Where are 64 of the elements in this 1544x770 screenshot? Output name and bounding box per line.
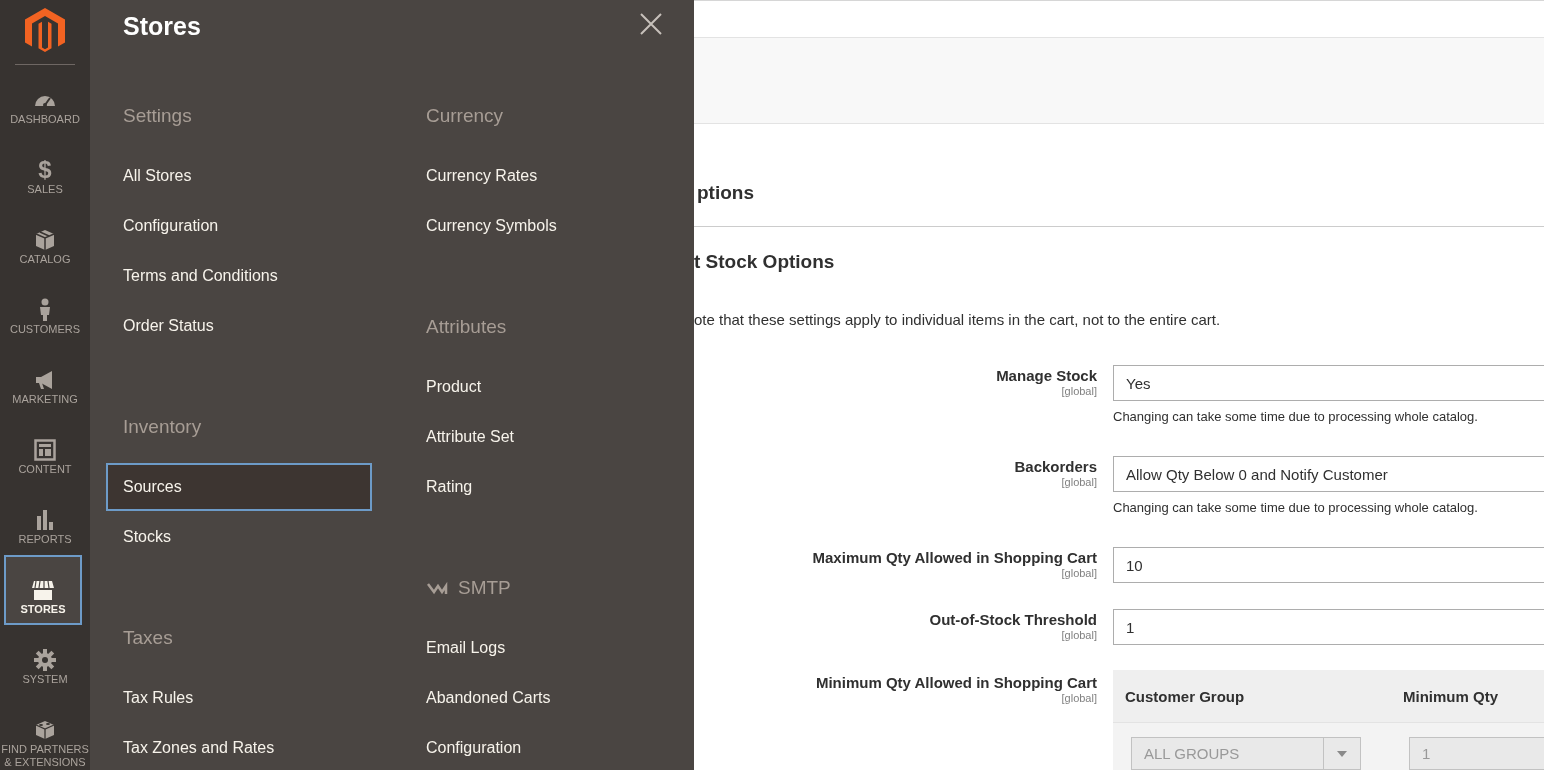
- menu-link[interactable]: Email Logs: [409, 624, 675, 672]
- scope-label: [global]: [1061, 385, 1097, 398]
- menu-link[interactable]: Tax Zones and Rates: [106, 724, 372, 770]
- close-icon: [640, 13, 662, 35]
- scope-label: [global]: [1061, 476, 1097, 489]
- menu-link[interactable]: Currency Rates: [409, 152, 675, 200]
- nav-item[interactable]: MARKETING: [0, 345, 90, 415]
- menu-group-heading: Attributes: [426, 315, 507, 339]
- field-hint: Changing can take some time due to processing whole catalog.: [1113, 500, 1479, 516]
- dollar-icon: $: [38, 158, 52, 182]
- field-label: Manage Stock: [996, 367, 1097, 385]
- nav-item[interactable]: DASHBOARD: [0, 65, 90, 135]
- nav-item[interactable]: FIND PARTNERS & EXTENSIONS: [0, 695, 90, 765]
- menu-group-heading: Taxes: [123, 626, 173, 650]
- menu-link[interactable]: Order Status: [106, 302, 372, 350]
- field-hint: Changing can take some time due to processing whole catalog.: [1113, 409, 1479, 425]
- note-text: ote that these settings apply to individual items in the cart, not to the entire cart.: [694, 310, 1222, 330]
- group-title: t Stock Options: [694, 251, 836, 273]
- input-field[interactable]: Yes: [1113, 365, 1544, 401]
- menu-link[interactable]: Attribute Set: [409, 413, 675, 461]
- menu-group-heading: SMTP: [458, 577, 511, 599]
- menu-link[interactable]: Tax Rules: [106, 674, 372, 722]
- layout-icon: [33, 438, 57, 462]
- menu-group-heading: Inventory: [123, 415, 202, 439]
- nav-item[interactable]: STORES: [4, 555, 82, 625]
- menu-group-heading: Currency: [426, 104, 504, 128]
- menu-link[interactable]: Product: [409, 363, 675, 411]
- input-field[interactable]: Allow Qty Below 0 and Notify Customer: [1113, 456, 1544, 492]
- menu-link[interactable]: Stocks: [106, 513, 372, 561]
- menu-link[interactable]: Terms and Conditions: [106, 252, 372, 300]
- nav-item[interactable]: CUSTOMERS: [0, 275, 90, 345]
- storefront-icon: [31, 578, 55, 602]
- nav-item[interactable]: CATALOG: [0, 205, 90, 275]
- field-label: Minimum Qty Allowed in Shopping Cart: [815, 674, 1097, 692]
- scope-label: [global]: [1061, 692, 1097, 705]
- nav-item[interactable]: SYSTEM: [0, 625, 90, 695]
- menu-link[interactable]: Sources: [106, 463, 372, 511]
- menu-link[interactable]: Currency Symbols: [409, 202, 675, 250]
- input-field[interactable]: 10: [1113, 547, 1544, 583]
- field-label: Maximum Qty Allowed in Shopping Cart: [812, 549, 1097, 567]
- caret-icon: [1337, 750, 1347, 757]
- menu-link[interactable]: All Stores: [106, 152, 372, 200]
- blocks-icon: [33, 718, 57, 742]
- column-header: Customer Group: [1125, 687, 1246, 705]
- nav-item[interactable]: REPORTS: [0, 485, 90, 555]
- column-header: Minimum Qty: [1403, 687, 1499, 705]
- menu-link[interactable]: Abandoned Carts: [409, 674, 675, 722]
- menu-title: Stores: [123, 11, 201, 42]
- menu-group-heading: Settings: [123, 104, 192, 128]
- menu-link[interactable]: Configuration: [409, 724, 675, 770]
- scope-label: [global]: [1061, 567, 1097, 580]
- close-button[interactable]: [640, 13, 662, 35]
- scope-label: [global]: [1061, 629, 1097, 642]
- nav-item[interactable]: $ SALES: [0, 135, 90, 205]
- input-field[interactable]: 1: [1113, 609, 1544, 645]
- box-icon: [33, 228, 57, 252]
- nav-item[interactable]: CONTENT: [0, 415, 90, 485]
- section-title: ptions: [694, 124, 1544, 227]
- gear-icon: [33, 648, 57, 672]
- field-label: Backorders: [1014, 458, 1097, 476]
- logo-icon: [25, 8, 65, 52]
- menu-link[interactable]: Configuration: [106, 202, 372, 250]
- field-label: Out-of-Stock Threshold: [929, 611, 1097, 629]
- menu-link[interactable]: Rating: [409, 463, 675, 511]
